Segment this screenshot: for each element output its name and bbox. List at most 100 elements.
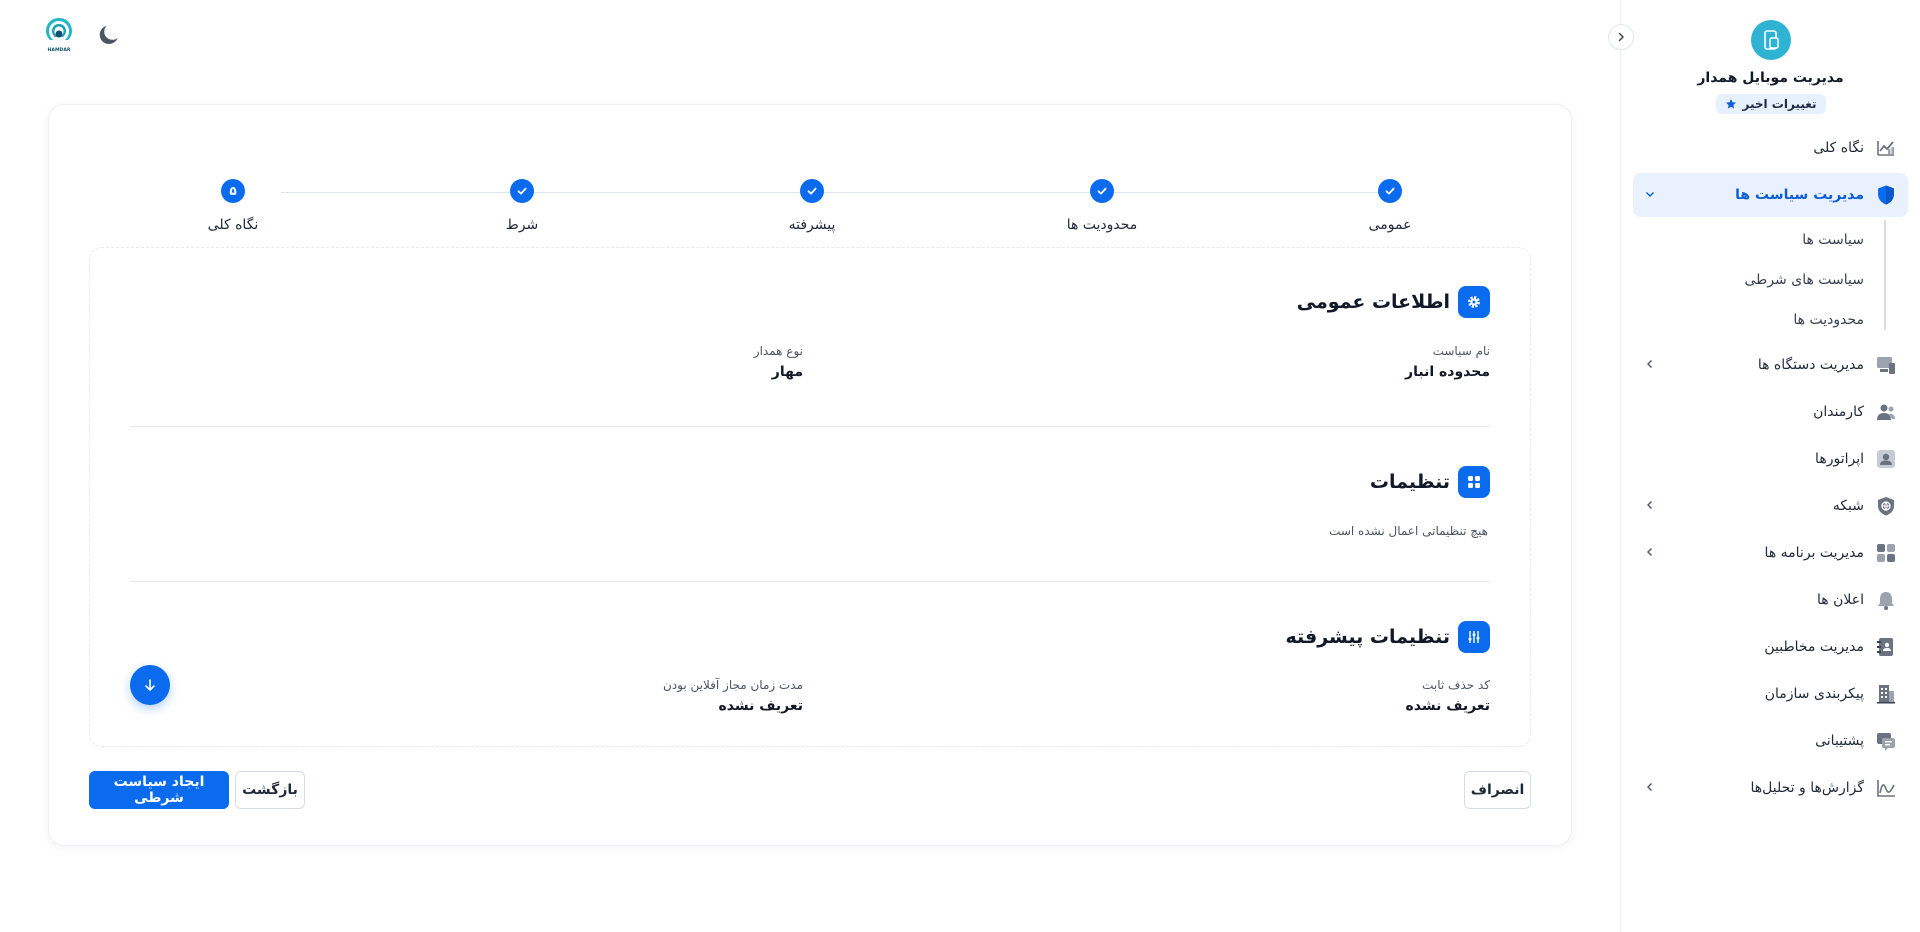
chevron-left-icon[interactable] — [1645, 546, 1655, 560]
policy-submenu: سیاست ها سیاست های شرطی محدودیت ها — [1645, 220, 1886, 340]
back-button[interactable]: بازگشت — [235, 771, 305, 809]
sidebar-item-app-management[interactable]: مدیریت برنامه ها — [1633, 531, 1908, 575]
stepper: عمومی محدودیت ها پیشرفته شرط ۵ نگاه کلی — [49, 141, 1571, 233]
submenu-item-conditional-policies[interactable]: سیاست های شرطی — [1645, 260, 1878, 300]
section-divider — [130, 426, 1490, 427]
field-label: نام سیاست — [1432, 344, 1490, 358]
chart-line-icon — [1874, 136, 1898, 160]
step-label: محدودیت ها — [1066, 217, 1138, 233]
sidebar-item-label: مدیریت مخاطبین — [1764, 639, 1864, 655]
analytics-icon — [1874, 776, 1898, 800]
apps-grid-icon — [1874, 541, 1898, 565]
sidebar-item-network[interactable]: شبکه — [1633, 484, 1908, 528]
section-title: تنظیمات — [1369, 471, 1450, 493]
contacts-book-icon — [1874, 635, 1898, 659]
sidebar-item-org-config[interactable]: پیکربندی سازمان — [1633, 672, 1908, 716]
submenu-item-policies[interactable]: سیاست ها — [1645, 220, 1878, 260]
check-icon — [510, 179, 534, 203]
sidebar-item-label: نگاه کلی — [1813, 140, 1864, 156]
chevron-left-icon[interactable] — [1645, 499, 1655, 513]
building-icon — [1874, 682, 1898, 706]
sidebar: مدیریت موبایل همدار تغییرات اخیر نگاه کل… — [1608, 0, 1920, 932]
sidebar-item-notifications[interactable]: اعلان ها — [1633, 578, 1908, 622]
delete-code-field: کد حذف ثابت تعریف نشده — [1405, 678, 1490, 714]
sidebar-item-operators[interactable]: اپراتورها — [1633, 437, 1908, 481]
step-overview[interactable]: ۵ نگاه کلی — [163, 179, 303, 233]
summary-panel: اطلاعات عمومی نام سیاست محدوده انبار نوع… — [89, 247, 1531, 747]
recent-changes-badge[interactable]: تغییرات اخیر — [1715, 94, 1826, 114]
step-label: عمومی — [1368, 217, 1412, 233]
gear-icon — [1458, 286, 1490, 318]
chevron-left-icon[interactable] — [1645, 781, 1655, 795]
sidebar-item-label: گزارش‌ها و تحلیل‌ها — [1750, 780, 1864, 796]
sidebar-item-label: مدیریت سیاست ها — [1735, 187, 1864, 203]
check-icon — [800, 179, 824, 203]
field-label: کد حذف ثابت — [1422, 678, 1490, 692]
scroll-down-button[interactable] — [130, 665, 170, 705]
step-advanced[interactable]: پیشرفته — [742, 179, 882, 233]
step-label: نگاه کلی — [207, 217, 259, 233]
step-condition[interactable]: شرط — [452, 179, 592, 233]
hamdar-logo: HAMDAR — [46, 18, 72, 53]
step-label: پیشرفته — [788, 217, 836, 233]
chevron-down-icon[interactable] — [1645, 188, 1655, 202]
support-chat-icon — [1874, 729, 1898, 753]
step-label: شرط — [505, 217, 539, 233]
submenu-item-restrictions[interactable]: محدودیت ها — [1645, 300, 1878, 340]
section-title: اطلاعات عمومی — [1296, 291, 1450, 313]
moon-icon[interactable] — [96, 22, 122, 48]
shield-icon — [1874, 183, 1898, 207]
sliders-icon — [1458, 621, 1490, 653]
apps-grid-icon — [1458, 466, 1490, 498]
step-restrictions[interactable]: محدودیت ها — [1032, 179, 1172, 233]
changes-label: تغییرات اخیر — [1742, 97, 1817, 111]
sidebar-item-employees[interactable]: کارمندان — [1633, 390, 1908, 434]
sidebar-collapse-button[interactable] — [1608, 24, 1634, 50]
user-badge-icon — [1874, 447, 1898, 471]
sidebar-item-support[interactable]: پشتیبانی — [1633, 719, 1908, 763]
sidebar-item-policy-management[interactable]: مدیریت سیاست ها — [1633, 173, 1908, 217]
devices-icon — [1874, 353, 1898, 377]
sidebar-item-label: اپراتورها — [1815, 451, 1864, 467]
users-icon — [1874, 400, 1898, 424]
chevron-left-icon[interactable] — [1645, 358, 1655, 372]
cancel-button[interactable]: انصراف — [1464, 771, 1531, 809]
empty-note: هیچ تنظیماتی اعمال نشده است — [1329, 524, 1488, 538]
sidebar-item-label: کارمندان — [1813, 404, 1864, 420]
step-number: ۵ — [221, 179, 245, 203]
policy-name-field: نام سیاست محدوده انبار — [1405, 344, 1490, 380]
settings-section: تنظیمات — [130, 466, 1490, 498]
sidebar-nav: نگاه کلی مدیریت سیاست ها سیاست ها سیاست … — [1621, 126, 1920, 810]
create-conditional-policy-button[interactable]: ایجاد سیاست شرطی — [89, 771, 229, 809]
sidebar-item-label: پیکربندی سازمان — [1764, 686, 1864, 702]
general-info-section: اطلاعات عمومی — [130, 286, 1490, 318]
check-icon — [1378, 179, 1402, 203]
sidebar-item-label: اعلان ها — [1817, 592, 1864, 608]
policy-review-card: عمومی محدودیت ها پیشرفته شرط ۵ نگاه کلی — [48, 104, 1572, 846]
field-value: تعریف نشده — [1405, 698, 1490, 714]
sidebar-item-label: مدیریت برنامه ها — [1764, 545, 1864, 561]
brand: مدیریت موبایل همدار تغییرات اخیر — [1621, 0, 1920, 114]
sidebar-item-contacts[interactable]: مدیریت مخاطبین — [1633, 625, 1908, 669]
chevron-right-icon — [1618, 32, 1624, 42]
settings-empty: هیچ تنظیماتی اعمال نشده است — [1329, 524, 1488, 538]
mobile-device-icon — [1750, 20, 1791, 60]
check-icon — [1090, 179, 1114, 203]
step-general[interactable]: عمومی — [1320, 179, 1460, 233]
field-value: تعریف نشده — [718, 698, 803, 714]
app-title: مدیریت موبایل همدار — [1697, 70, 1844, 86]
logo-wordmark: HAMDAR — [48, 47, 71, 53]
field-value: مهار — [771, 364, 803, 380]
advanced-settings-section: تنظیمات پیشرفته — [130, 621, 1490, 653]
star-icon — [1725, 99, 1736, 109]
sidebar-item-label: شبکه — [1832, 498, 1864, 514]
section-divider — [130, 581, 1490, 582]
field-value: محدوده انبار — [1405, 364, 1490, 380]
field-label: مدت زمان مجاز آفلاین بودن — [663, 678, 803, 692]
sidebar-item-reports[interactable]: گزارش‌ها و تحلیل‌ها — [1633, 766, 1908, 810]
sidebar-item-device-management[interactable]: مدیریت دستگاه ها — [1633, 343, 1908, 387]
sidebar-item-overview[interactable]: نگاه کلی — [1633, 126, 1908, 170]
hamdar-type-field: نوع همدار مهار — [754, 344, 803, 380]
arrow-down-icon — [145, 679, 155, 691]
sidebar-item-label: مدیریت دستگاه ها — [1757, 357, 1864, 373]
